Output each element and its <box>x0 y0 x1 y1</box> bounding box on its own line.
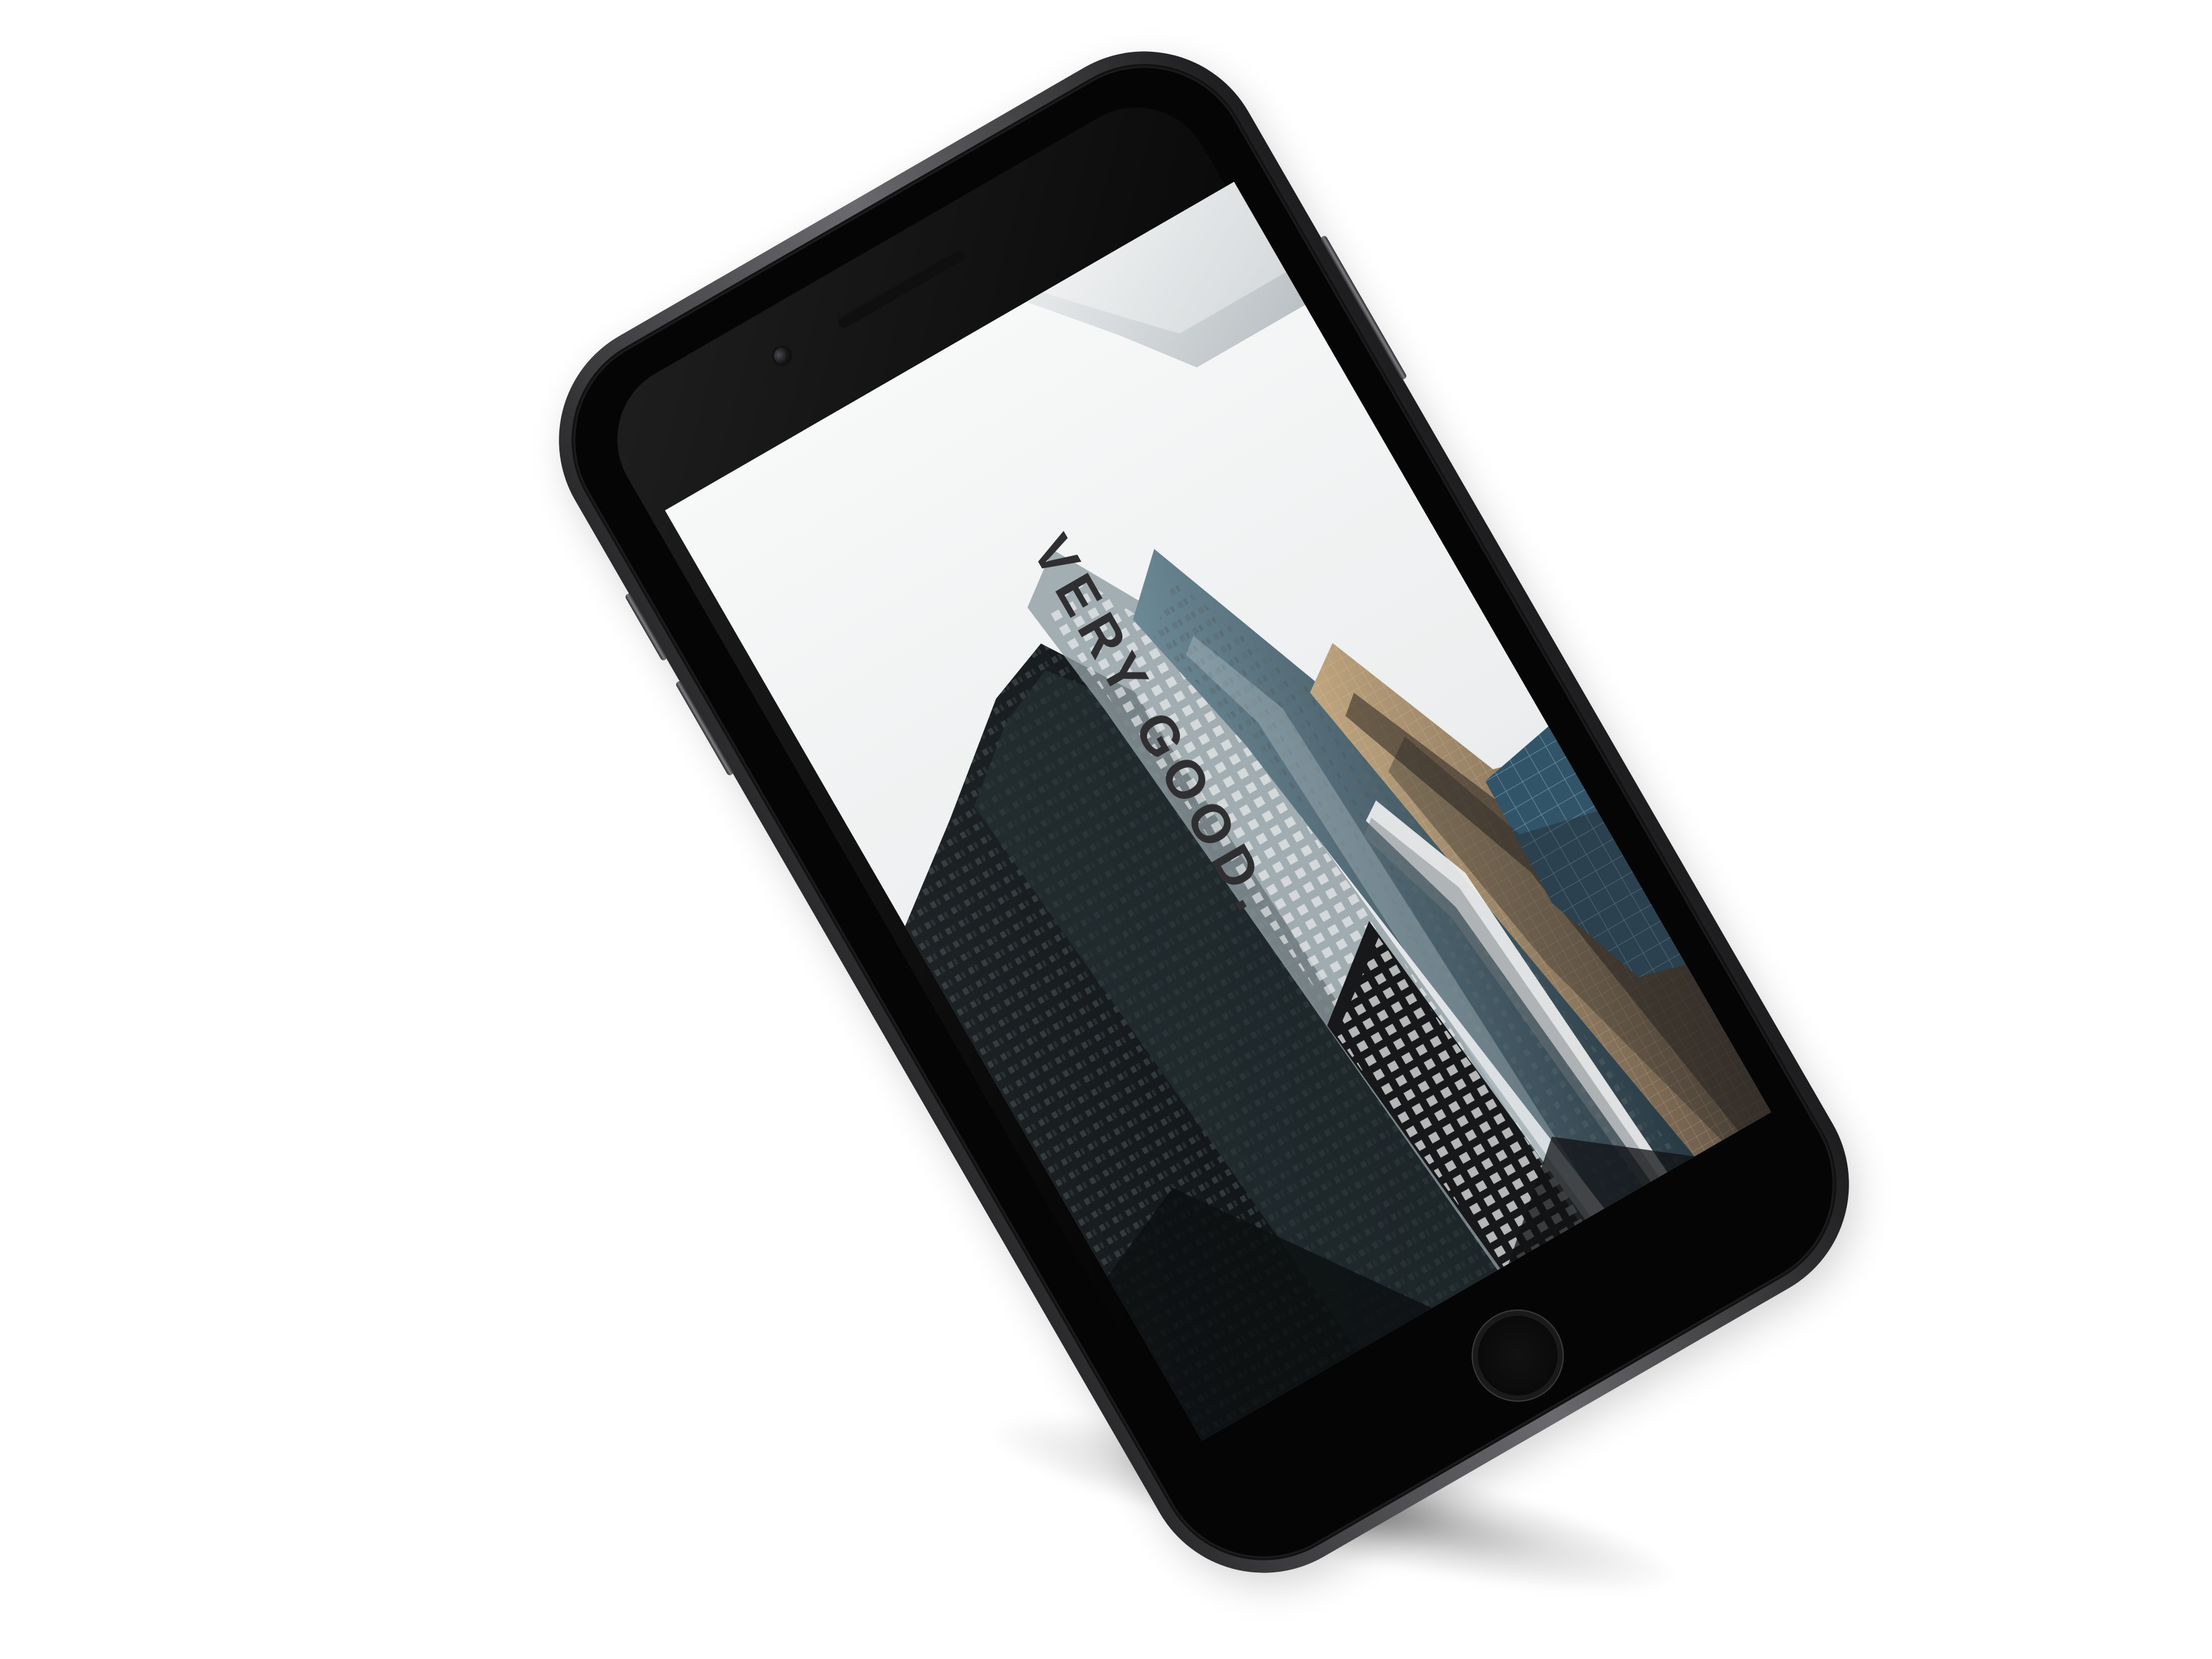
phone-mockup-scene: VERY GOOD. <box>0 0 2212 1659</box>
phone-bezel: VERY GOOD. <box>532 25 1876 1600</box>
phone-device: VERY GOOD. <box>514 7 1893 1617</box>
